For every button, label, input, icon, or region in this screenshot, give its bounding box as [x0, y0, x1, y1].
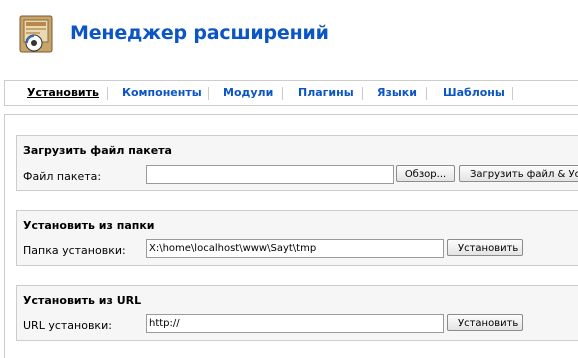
browse-button[interactable]: Обзор... — [396, 165, 455, 182]
section-title: Загрузить файл пакета — [23, 144, 172, 157]
section-title: Установить из папки — [23, 219, 155, 232]
tab-divider — [512, 87, 513, 100]
tab-plugins[interactable]: Плагины — [298, 81, 354, 105]
install-panel: Загрузить файл пакета Файл пакета: Обзор… — [4, 114, 578, 358]
tab-modules[interactable]: Модули — [223, 81, 273, 105]
install-url-button[interactable]: Установить — [447, 314, 523, 331]
section-title: Установить из URL — [23, 294, 142, 307]
package-file-input[interactable] — [146, 165, 394, 184]
install-folder-input[interactable]: X:\home\localhost\www\Sayt\tmp — [146, 239, 444, 258]
tab-languages[interactable]: Языки — [377, 81, 417, 105]
install-folder-button[interactable]: Установить — [447, 239, 523, 256]
tab-divider — [282, 87, 283, 100]
tab-divider — [362, 87, 363, 100]
tab-divider — [107, 87, 108, 100]
install-folder-label: Папка установки: — [23, 244, 126, 257]
install-url-section: Установить из URL URL установки: http://… — [16, 285, 578, 341]
upload-package-section: Загрузить файл пакета Файл пакета: Обзор… — [16, 135, 578, 191]
tab-install[interactable]: Установить — [27, 81, 99, 105]
page-header: Менеджер расширений — [0, 0, 578, 72]
install-icon — [14, 12, 58, 56]
package-file-label: Файл пакета: — [23, 170, 102, 183]
tab-templates[interactable]: Шаблоны — [443, 81, 505, 105]
extension-manager-page: Менеджер расширений Установить Компонент… — [0, 0, 578, 358]
install-url-input[interactable]: http:// — [146, 314, 444, 333]
tab-divider — [426, 87, 427, 100]
install-folder-section: Установить из папки Папка установки: X:\… — [16, 210, 578, 266]
install-url-label: URL установки: — [23, 319, 112, 332]
submenu-tabs: Установить Компоненты Модули Плагины Язы… — [4, 80, 578, 106]
tab-divider — [208, 87, 209, 100]
upload-install-button[interactable]: Загрузить файл & Установить — [459, 165, 578, 182]
tab-components[interactable]: Компоненты — [122, 81, 202, 105]
page-title: Менеджер расширений — [70, 22, 329, 44]
